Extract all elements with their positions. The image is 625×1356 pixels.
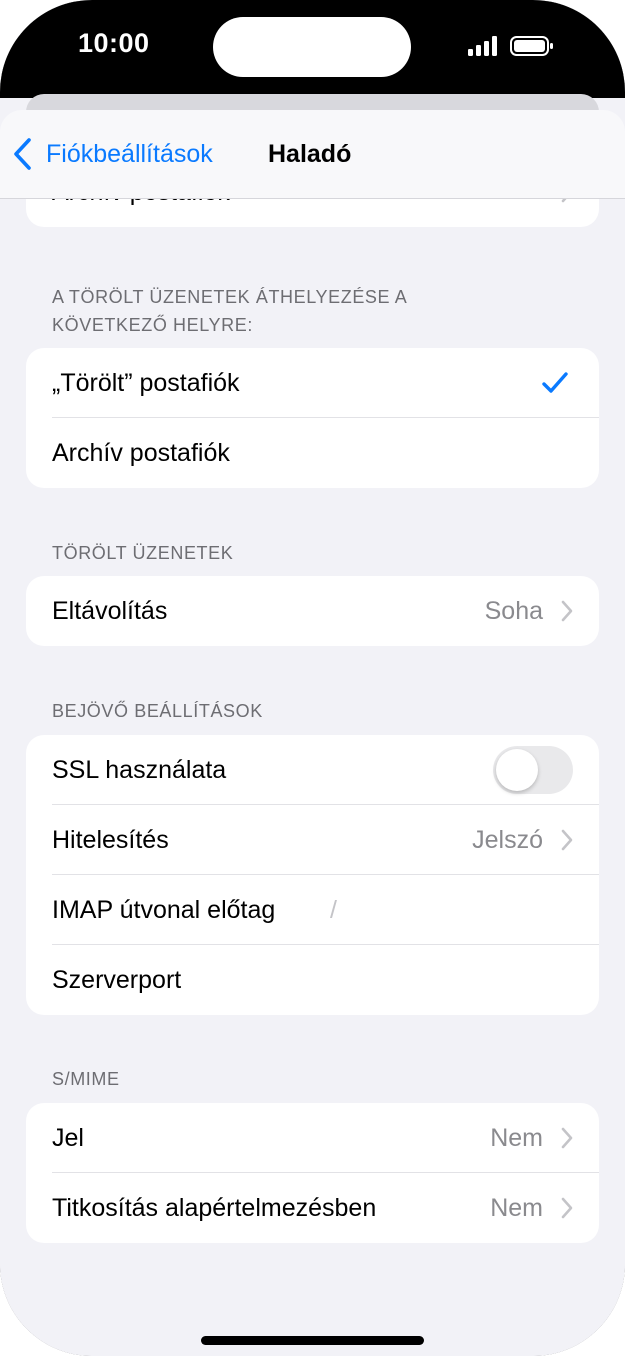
back-button[interactable]: Fiókbeállítások	[12, 136, 213, 172]
row-label: Jel	[52, 1123, 84, 1152]
row-label: SSL használata	[52, 755, 227, 784]
archive-mailbox-option-row[interactable]: Archív postafiók	[26, 418, 599, 488]
server-port-row[interactable]: Szerverport	[26, 945, 599, 1015]
chevron-right-icon	[561, 600, 573, 622]
chevron-right-icon	[561, 1127, 573, 1149]
row-label: IMAP útvonal előtag	[52, 895, 276, 924]
row-label: Archív postafiók	[52, 438, 230, 467]
page-title: Haladó	[268, 140, 352, 168]
imap-prefix-input[interactable]: /	[330, 896, 337, 925]
row-label: „Törölt” postafiók	[52, 368, 240, 397]
status-bar: 10:00	[0, 0, 625, 98]
row-label: Szerverport	[52, 965, 182, 994]
incoming-settings-group: SSL használata Hitelesítés Jelszó IMAP ú…	[26, 735, 599, 1015]
row-value: Nem	[490, 1123, 543, 1152]
row-label: Titkosítás alapértelmezésben	[52, 1193, 377, 1222]
imap-prefix-row[interactable]: IMAP útvonal előtag /	[26, 875, 599, 945]
ssl-toggle[interactable]	[493, 746, 573, 794]
section-header-move: A TÖRÖLT ÜZENETEK ÁTHELYEZÉSE A KÖVETKEZ…	[52, 283, 407, 339]
ssl-row: SSL használata	[26, 735, 599, 805]
section-header-deleted: TÖRÖLT ÜZENETEK	[52, 539, 233, 567]
sign-row[interactable]: Jel Nem	[26, 1103, 599, 1173]
navigation-bar: Fiókbeállítások Haladó	[0, 110, 625, 199]
section-header-line: S/MIME	[52, 1069, 120, 1089]
settings-sheet: Fiókbeállítások Haladó Archív postafiók …	[0, 110, 625, 1356]
chevron-right-icon	[561, 829, 573, 851]
trash-mailbox-row[interactable]: „Törölt” postafiók	[26, 348, 599, 418]
back-button-label: Fiókbeállítások	[46, 139, 213, 168]
battery-icon	[510, 36, 553, 56]
smime-group: Jel Nem Titkosítás alapértelmezésben Nem	[26, 1103, 599, 1243]
chevron-left-icon	[14, 138, 31, 170]
row-label: Hitelesítés	[52, 825, 169, 854]
toggle-knob	[496, 749, 538, 791]
cellular-signal-icon	[468, 36, 497, 56]
encrypt-default-row[interactable]: Titkosítás alapértelmezésben Nem	[26, 1173, 599, 1243]
status-time: 10:00	[78, 28, 150, 58]
row-label: Eltávolítás	[52, 596, 168, 625]
row-value: Nem	[490, 1193, 543, 1222]
chevron-right-icon	[561, 1197, 573, 1219]
dynamic-island	[213, 17, 411, 77]
section-header-line: BEJÖVŐ BEÁLLÍTÁSOK	[52, 701, 263, 721]
section-header-line: KÖVETKEZŐ HELYRE:	[52, 315, 253, 335]
move-destination-group: „Törölt” postafiók Archív postafiók	[26, 348, 599, 488]
checkmark-icon	[542, 372, 568, 393]
section-header-line: TÖRÖLT ÜZENETEK	[52, 543, 234, 563]
phone-frame: 10:00 Fiókbeállítások Haladó A TÖRÖLT ÜZ…	[0, 0, 625, 1356]
remove-row[interactable]: Eltávolítás Soha	[26, 576, 599, 646]
row-value: Soha	[484, 596, 543, 625]
home-indicator	[201, 1336, 424, 1345]
deleted-messages-group: Eltávolítás Soha	[26, 576, 599, 646]
section-header-smime: S/MIME	[52, 1065, 120, 1093]
section-header-line: A TÖRÖLT ÜZENETEK ÁTHELYEZÉSE A	[52, 287, 408, 307]
authentication-row[interactable]: Hitelesítés Jelszó	[26, 805, 599, 875]
row-value: Jelszó	[472, 825, 543, 854]
section-header-incoming: BEJÖVŐ BEÁLLÍTÁSOK	[52, 697, 263, 725]
